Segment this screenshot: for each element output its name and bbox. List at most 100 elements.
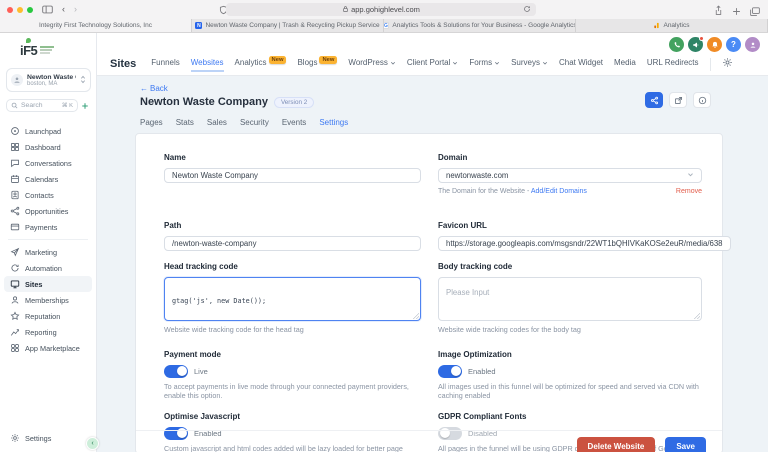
resize-handle[interactable] xyxy=(693,312,700,319)
tab-stats[interactable]: Stats xyxy=(176,118,194,127)
sidebar-item-reputation[interactable]: Reputation xyxy=(0,308,96,324)
nav-analytics[interactable]: AnalyticsNew xyxy=(235,58,287,70)
account-chevrons-icon xyxy=(80,71,86,89)
minimize-window-button[interactable] xyxy=(17,7,23,13)
optimise-javascript-toggle[interactable] xyxy=(164,427,188,440)
remove-domain-link[interactable]: Remove xyxy=(676,188,702,195)
sidebar-item-payments[interactable]: Payments xyxy=(0,219,96,235)
sidebar: iF5 Newton Waste Com... boston, MA Searc… xyxy=(0,33,97,452)
name-field: Name Newton Waste Company xyxy=(164,153,421,195)
tab-settings[interactable]: Settings xyxy=(319,118,348,127)
bell-icon xyxy=(711,41,719,49)
nav-client-portal[interactable]: Client Portal xyxy=(407,58,459,70)
sidebar-toggle-icon[interactable] xyxy=(42,5,53,14)
sidebar-item-app-marketplace[interactable]: App Marketplace xyxy=(0,340,96,356)
logo-leaf-icon xyxy=(26,38,31,43)
window-controls[interactable] xyxy=(7,7,33,13)
close-window-button[interactable] xyxy=(7,7,13,13)
nav-url-redirects[interactable]: URL Redirects xyxy=(647,58,699,70)
image-optimization-toggle[interactable] xyxy=(438,365,462,378)
gear-icon xyxy=(10,433,20,443)
sidebar-item-opportunities[interactable]: Opportunities xyxy=(0,203,96,219)
body-tracking-textarea[interactable]: Please Input xyxy=(438,277,702,321)
opportunities-icon xyxy=(10,206,20,216)
browser-tab-google-analytics[interactable]: G Analytics Tools & Solutions for Your B… xyxy=(384,19,576,32)
reload-icon[interactable] xyxy=(523,5,531,15)
tab-sales[interactable]: Sales xyxy=(207,118,227,127)
tab-security[interactable]: Security xyxy=(240,118,269,127)
favicon-url-input[interactable]: https://storage.googleapis.com/msgsndr/2… xyxy=(438,236,731,251)
tab-events[interactable]: Events xyxy=(282,118,306,127)
sidebar-item-sites[interactable]: Sites xyxy=(4,276,92,292)
payment-mode-field: Payment mode Live To accept payments in … xyxy=(164,350,421,401)
sidebar-item-automation[interactable]: Automation xyxy=(0,260,96,276)
share-button[interactable] xyxy=(645,92,663,108)
sites-settings-button[interactable] xyxy=(722,57,733,71)
info-button[interactable] xyxy=(693,92,711,108)
sidebar-divider xyxy=(8,239,88,240)
main-content: ← Back Newton Waste Company Version 2 P xyxy=(97,76,768,452)
head-tracking-textarea[interactable]: gtag('js', new Date()); gtag('config', '… xyxy=(164,277,421,321)
back-arrow-icon: ← xyxy=(140,84,148,93)
open-in-new-button[interactable] xyxy=(669,92,687,108)
sidebar-item-reporting[interactable]: Reporting xyxy=(0,324,96,340)
external-link-icon xyxy=(674,96,683,105)
save-button[interactable]: Save xyxy=(665,437,706,452)
nav-media[interactable]: Media xyxy=(614,58,636,70)
sidebar-item-calendars[interactable]: Calendars xyxy=(0,171,96,187)
sidebar-item-settings[interactable]: Settings xyxy=(0,430,96,446)
help-button[interactable]: ? xyxy=(726,37,741,52)
phone-button[interactable] xyxy=(669,37,684,52)
add-edit-domains-link[interactable]: Add/Edit Domains xyxy=(531,188,587,195)
sidebar-item-conversations[interactable]: Conversations xyxy=(0,155,96,171)
gohighlevel-app: iF5 Newton Waste Com... boston, MA Searc… xyxy=(0,33,768,452)
forward-nav-icon[interactable]: › xyxy=(74,5,77,14)
announcements-button[interactable] xyxy=(688,37,703,52)
tab-pages[interactable]: Pages xyxy=(140,118,163,127)
domain-select[interactable]: newtonwaste.com xyxy=(438,168,702,183)
sidebar-item-memberships[interactable]: Memberships xyxy=(0,292,96,308)
chevron-down-icon xyxy=(494,60,500,66)
row-name-domain: Name Newton Waste Company Domain newtonw… xyxy=(164,153,702,195)
address-bar[interactable]: app.gohighlevel.com xyxy=(226,3,536,16)
page-tabs: Pages Stats Sales Security Events Settin… xyxy=(140,118,348,127)
quick-add-button[interactable] xyxy=(78,99,91,112)
notifications-button[interactable] xyxy=(707,37,722,52)
sidebar-item-marketing[interactable]: Marketing xyxy=(0,244,96,260)
nav-surveys[interactable]: Surveys xyxy=(511,58,548,70)
info-icon xyxy=(698,96,707,105)
path-input[interactable]: /newton-waste-company xyxy=(164,236,421,251)
nav-funnels[interactable]: Funnels xyxy=(151,58,179,70)
reporting-icon xyxy=(10,327,20,337)
search-input[interactable]: Search ⌘ K xyxy=(6,99,78,112)
zoom-window-button[interactable] xyxy=(27,7,33,13)
resize-handle[interactable] xyxy=(412,312,419,319)
nav-wordpress[interactable]: WordPress xyxy=(348,58,395,70)
image-optimization-field: Image Optimization Enabled All images us… xyxy=(438,350,702,401)
delete-website-button[interactable]: Delete Website xyxy=(577,437,656,452)
nav-forms[interactable]: Forms xyxy=(469,58,500,70)
browser-tab-newton-site[interactable]: N Newton Waste Company | Trash & Recycli… xyxy=(192,19,384,32)
launchpad-icon xyxy=(10,126,20,136)
gear-icon xyxy=(722,57,733,68)
payments-icon xyxy=(10,222,20,232)
gdpr-fonts-toggle[interactable] xyxy=(438,427,462,440)
back-link[interactable]: ← Back xyxy=(140,84,168,93)
browser-tab-active[interactable]: Integrity First Technology Solutions, In… xyxy=(0,19,192,32)
nav-chat-widget[interactable]: Chat Widget xyxy=(559,58,603,70)
nav-websites[interactable]: Websites xyxy=(191,58,224,72)
sidebar-item-launchpad[interactable]: Launchpad xyxy=(0,123,96,139)
nav-blogs[interactable]: BlogsNew xyxy=(297,58,337,70)
screen: ‹ › app.gohighlevel.com Integrity Fi xyxy=(0,0,768,452)
profile-button[interactable] xyxy=(745,37,760,52)
name-input[interactable]: Newton Waste Company xyxy=(164,168,421,183)
payment-mode-toggle[interactable] xyxy=(164,365,188,378)
browser-tab-analytics[interactable]: Analytics xyxy=(576,19,768,32)
sites-sub-nav: Sites Funnels Websites AnalyticsNew Blog… xyxy=(110,53,733,75)
sidebar-collapse-button[interactable]: ‹ xyxy=(86,437,99,450)
back-nav-icon[interactable]: ‹ xyxy=(62,5,65,14)
sidebar-item-contacts[interactable]: Contacts xyxy=(0,187,96,203)
share-nodes-icon xyxy=(650,96,659,105)
account-switcher[interactable]: Newton Waste Com... boston, MA xyxy=(6,68,91,92)
sidebar-item-dashboard[interactable]: Dashboard xyxy=(0,139,96,155)
